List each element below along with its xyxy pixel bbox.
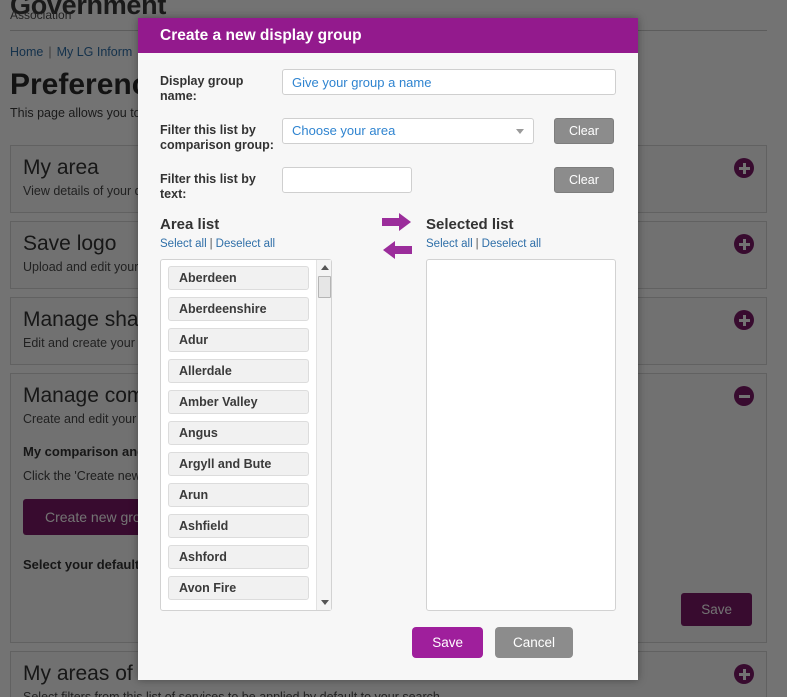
selected-list-title: Selected list [426, 216, 514, 233]
comparison-group-selected-value: Choose your area [292, 123, 396, 138]
area-select-all-link[interactable]: Select all [160, 238, 207, 250]
comparison-group-label: Filter this list by comparison group: [160, 123, 274, 152]
area-list-item[interactable]: Ashfield [168, 514, 309, 538]
area-list-links: Select all | Deselect all [160, 238, 332, 250]
area-list-item[interactable]: Aberdeenshire [168, 297, 309, 321]
field-row-group-name: Display group name: [160, 69, 616, 104]
field-row-text-filter: Filter this list by text: Clear [160, 167, 616, 202]
dialog-save-button[interactable]: Save [412, 627, 483, 658]
selected-list-items [427, 260, 615, 610]
area-list-item[interactable]: Allerdale [168, 359, 309, 383]
area-list-item[interactable]: Angus [168, 421, 309, 445]
text-filter-input[interactable] [282, 167, 412, 193]
area-listbox[interactable]: Aberdeen Aberdeenshire Adur Allerdale Amber … [160, 259, 332, 611]
area-list-scrollbar[interactable] [316, 260, 331, 610]
arrow-right-icon[interactable] [382, 213, 412, 231]
area-list-item[interactable]: Avon Fire [168, 576, 309, 600]
comparison-group-select[interactable]: Choose your area [282, 118, 534, 144]
dialog-cancel-button[interactable]: Cancel [494, 627, 573, 658]
area-list-item[interactable]: Ashford [168, 545, 309, 569]
clear-text-filter-button[interactable]: Clear [554, 167, 614, 193]
selected-deselect-all-link[interactable]: Deselect all [482, 238, 541, 250]
dual-list-container: Area list Select all | Deselect all Aberde… [160, 213, 616, 611]
dialog-title-bar: Create a new display group [138, 18, 638, 53]
area-list-item[interactable]: Aberdeen [168, 266, 309, 290]
area-list-item[interactable]: Argyll and Bute [168, 452, 309, 476]
area-list-item[interactable]: Adur [168, 328, 309, 352]
area-list-title: Area list [160, 216, 220, 233]
field-row-comparison-group: Filter this list by comparison group: Ch… [160, 118, 616, 153]
scroll-up-icon[interactable] [317, 261, 332, 274]
area-links-separator: | [209, 238, 213, 250]
create-display-group-dialog: Create a new display group Display group… [138, 18, 638, 680]
area-list-column: Area list Select all | Deselect all Aberde… [160, 216, 332, 611]
selected-listbox[interactable] [426, 259, 616, 611]
selected-list-column: Selected list Select all | Deselect all [426, 216, 616, 611]
scrollbar-thumb[interactable] [318, 276, 331, 298]
area-list-item[interactable]: Amber Valley [168, 390, 309, 414]
scroll-down-icon[interactable] [317, 596, 332, 609]
selected-list-links: Select all | Deselect all [426, 238, 616, 250]
group-name-input[interactable] [282, 69, 616, 95]
dialog-footer: Save Cancel [138, 627, 638, 658]
clear-comparison-group-button[interactable]: Clear [554, 118, 614, 144]
arrow-left-icon[interactable] [382, 241, 412, 259]
text-filter-label: Filter this list by text: [160, 172, 256, 201]
screen: Government Association Home|My LG Inform… [0, 0, 787, 697]
chevron-down-icon [516, 128, 524, 134]
area-deselect-all-link[interactable]: Deselect all [216, 238, 275, 250]
group-name-label: Display group name: [160, 74, 244, 103]
dialog-title: Create a new display group [160, 26, 362, 44]
selected-links-separator: | [475, 238, 479, 250]
dialog-body: Display group name: Filter this list by … [138, 53, 638, 611]
area-list-item[interactable]: Arun [168, 483, 309, 507]
area-list-items: Aberdeen Aberdeenshire Adur Allerdale Amber … [161, 260, 316, 610]
transfer-buttons [350, 213, 444, 259]
